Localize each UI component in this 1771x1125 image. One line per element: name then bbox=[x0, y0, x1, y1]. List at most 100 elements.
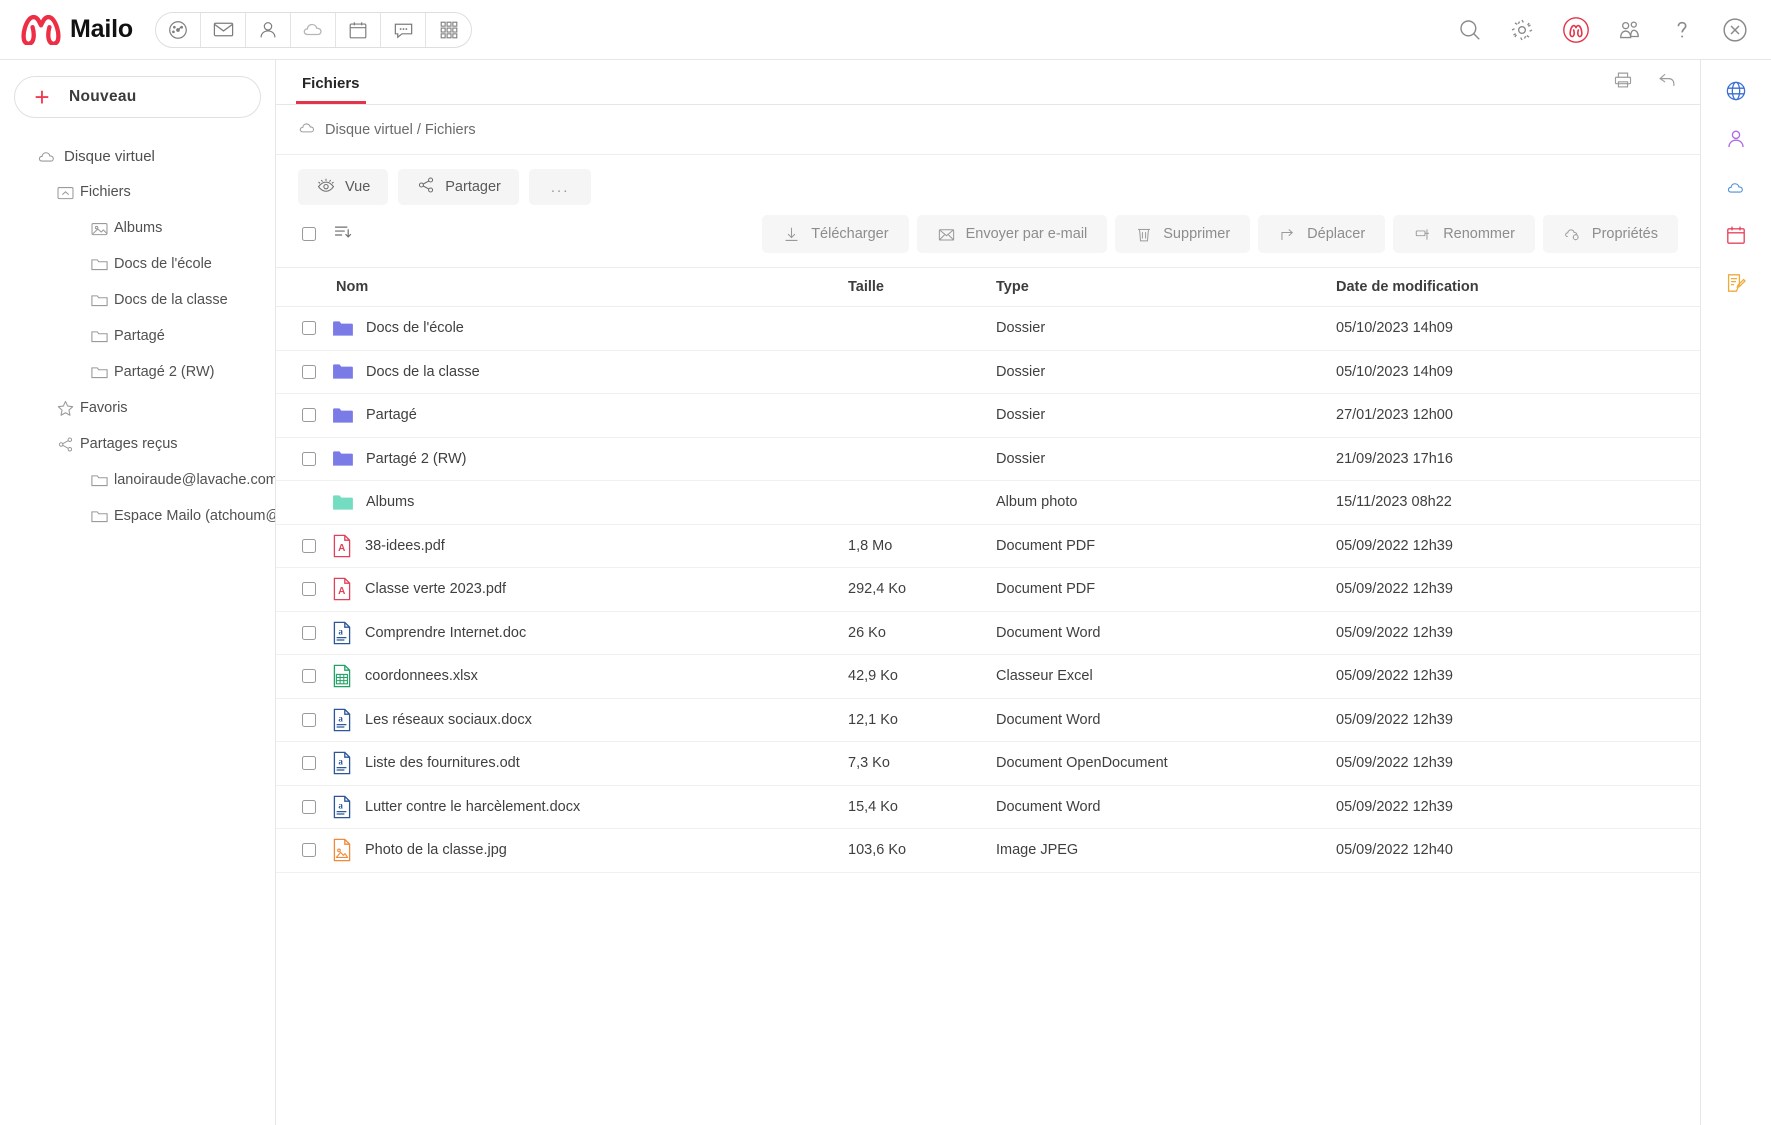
header-type[interactable]: Type bbox=[996, 279, 1336, 295]
table-header-row: Nom Taille Type Date de modification bbox=[276, 267, 1700, 307]
cell-date-modification: 21/09/2023 17h16 bbox=[1336, 451, 1700, 467]
table-row[interactable]: aLutter contre le harcèlement.docx15,4 K… bbox=[276, 786, 1700, 830]
apps-grid-icon[interactable] bbox=[426, 12, 471, 48]
header-date-modification[interactable]: Date de modification bbox=[1336, 279, 1700, 295]
help-icon[interactable] bbox=[1669, 17, 1695, 43]
sidebar-item-label: Docs de l'école bbox=[114, 256, 212, 272]
mailo-logo-icon[interactable] bbox=[1561, 15, 1591, 45]
sidebar-item-espace-mailo[interactable]: Espace Mailo (atchoum@... bbox=[0, 498, 275, 534]
renommer-button[interactable]: Renommer bbox=[1393, 215, 1535, 253]
cell-date-modification: 05/10/2023 14h09 bbox=[1336, 364, 1700, 380]
cell-date-modification: 15/11/2023 08h22 bbox=[1336, 494, 1700, 510]
row-checkbox[interactable] bbox=[302, 452, 316, 466]
sidebar-item-partage[interactable]: Partagé bbox=[0, 318, 275, 354]
row-checkbox[interactable] bbox=[302, 321, 316, 335]
table-row[interactable]: Docs de la classeDossier05/10/2023 14h09 bbox=[276, 351, 1700, 395]
sidebar-item-label: Espace Mailo (atchoum@... bbox=[114, 508, 275, 524]
table-row[interactable]: Photo de la classe.jpg103,6 KoImage JPEG… bbox=[276, 829, 1700, 873]
row-checkbox[interactable] bbox=[302, 669, 316, 683]
partager-button[interactable]: Partager bbox=[398, 169, 519, 205]
nouveau-button[interactable]: + Nouveau bbox=[14, 76, 261, 118]
file-name: Lutter contre le harcèlement.docx bbox=[365, 799, 580, 815]
table-row[interactable]: AlbumsAlbum photo15/11/2023 08h22 bbox=[276, 481, 1700, 525]
header-taille[interactable]: Taille bbox=[848, 279, 996, 295]
vue-button[interactable]: Vue bbox=[298, 169, 388, 205]
breadcrumb-text[interactable]: Disque virtuel / Fichiers bbox=[325, 122, 476, 138]
contacts-icon[interactable] bbox=[246, 12, 291, 48]
table-row[interactable]: A38-idees.pdf1,8 MoDocument PDF05/09/202… bbox=[276, 525, 1700, 569]
table-row[interactable]: aComprendre Internet.doc26 KoDocument Wo… bbox=[276, 612, 1700, 656]
sidebar-item-lanoiraude[interactable]: lanoiraude@lavache.com bbox=[0, 462, 275, 498]
table-row[interactable]: coordonnees.xlsx42,9 KoClasseur Excel05/… bbox=[276, 655, 1700, 699]
sidebar-item-docs-de-la-classe[interactable]: Docs de la classe bbox=[0, 282, 275, 318]
cell-taille: 12,1 Ko bbox=[848, 712, 996, 728]
cloud-icon[interactable] bbox=[1716, 170, 1756, 204]
row-checkbox[interactable] bbox=[302, 539, 316, 553]
notes-icon[interactable] bbox=[1716, 266, 1756, 300]
chat-icon[interactable] bbox=[381, 12, 426, 48]
tab-fichiers[interactable]: Fichiers bbox=[296, 75, 366, 104]
sidebar-item-partages-recus[interactable]: Partages reçus bbox=[0, 426, 275, 462]
row-checkbox[interactable] bbox=[302, 626, 316, 640]
folder-icon bbox=[84, 364, 114, 380]
calendar-icon[interactable] bbox=[1716, 218, 1756, 252]
table-row[interactable]: aLes réseaux sociaux.docx12,1 KoDocument… bbox=[276, 699, 1700, 743]
app-switcher[interactable] bbox=[155, 12, 472, 48]
row-checkbox[interactable] bbox=[302, 800, 316, 814]
cell-nom: aListe des fournitures.odt bbox=[328, 751, 848, 775]
gear-icon[interactable] bbox=[1509, 17, 1535, 43]
select-all-checkbox[interactable] bbox=[302, 227, 316, 241]
sort-icon[interactable] bbox=[332, 221, 353, 247]
person-icon[interactable] bbox=[1716, 122, 1756, 156]
undo-icon[interactable] bbox=[1656, 69, 1678, 96]
eye-icon bbox=[316, 176, 336, 198]
table-row[interactable]: PartagéDossier27/01/2023 12h00 bbox=[276, 394, 1700, 438]
top-bar-right-actions bbox=[1457, 15, 1771, 45]
sidebar-item-label: Partagé bbox=[114, 328, 165, 344]
cell-type: Dossier bbox=[996, 320, 1336, 336]
sidebar-item-label: Fichiers bbox=[80, 184, 131, 200]
close-icon[interactable] bbox=[1721, 16, 1749, 44]
file-name: Photo de la classe.jpg bbox=[365, 842, 507, 858]
row-checkbox[interactable] bbox=[302, 408, 316, 422]
row-checkbox[interactable] bbox=[302, 843, 316, 857]
calendar-icon[interactable] bbox=[336, 12, 381, 48]
row-checkbox[interactable] bbox=[302, 713, 316, 727]
table-row[interactable]: AClasse verte 2023.pdf292,4 KoDocument P… bbox=[276, 568, 1700, 612]
dashboard-icon[interactable] bbox=[156, 12, 201, 48]
cell-type: Dossier bbox=[996, 407, 1336, 423]
sidebar-item-docs-de-lecole[interactable]: Docs de l'école bbox=[0, 246, 275, 282]
globe-icon[interactable] bbox=[1716, 74, 1756, 108]
cell-type: Document OpenDocument bbox=[996, 755, 1336, 771]
envoyer-par-email-button[interactable]: Envoyer par e-mail bbox=[917, 215, 1108, 253]
group-icon[interactable] bbox=[1617, 17, 1643, 43]
deplacer-button[interactable]: Déplacer bbox=[1258, 215, 1385, 253]
file-name: Albums bbox=[366, 494, 414, 510]
proprietes-button[interactable]: Propriétés bbox=[1543, 215, 1678, 253]
search-icon[interactable] bbox=[1457, 17, 1483, 43]
cell-nom: Partagé 2 (RW) bbox=[328, 450, 848, 467]
print-icon[interactable] bbox=[1612, 69, 1634, 96]
renommer-button-label: Renommer bbox=[1443, 226, 1515, 242]
telecharger-button[interactable]: Télécharger bbox=[762, 215, 908, 253]
row-checkbox[interactable] bbox=[302, 756, 316, 770]
row-checkbox[interactable] bbox=[302, 582, 316, 596]
sidebar-item-fichiers[interactable]: Fichiers bbox=[0, 174, 275, 210]
table-row[interactable]: Partagé 2 (RW)Dossier21/09/2023 17h16 bbox=[276, 438, 1700, 482]
nouveau-button-label: Nouveau bbox=[69, 88, 137, 106]
supprimer-button[interactable]: Supprimer bbox=[1115, 215, 1250, 253]
sidebar-item-disque-virtuel[interactable]: Disque virtuel bbox=[0, 138, 275, 174]
mail-icon[interactable] bbox=[201, 12, 246, 48]
sidebar-item-albums[interactable]: Albums bbox=[0, 210, 275, 246]
header-nom[interactable]: Nom bbox=[328, 279, 848, 295]
table-row[interactable]: aListe des fournitures.odt7,3 KoDocument… bbox=[276, 742, 1700, 786]
sidebar-item-favoris[interactable]: Favoris bbox=[0, 390, 275, 426]
brand-logo[interactable]: Mailo bbox=[0, 15, 155, 45]
table-row[interactable]: Docs de l'écoleDossier05/10/2023 14h09 bbox=[276, 307, 1700, 351]
more-options-button[interactable]: ... bbox=[529, 169, 592, 205]
cell-type: Document Word bbox=[996, 625, 1336, 641]
cloud-icon[interactable] bbox=[291, 12, 336, 48]
row-checkbox[interactable] bbox=[302, 365, 316, 379]
view-toolbar: Vue Partager ... bbox=[276, 155, 1700, 205]
sidebar-item-partage-2-rw[interactable]: Partagé 2 (RW) bbox=[0, 354, 275, 390]
